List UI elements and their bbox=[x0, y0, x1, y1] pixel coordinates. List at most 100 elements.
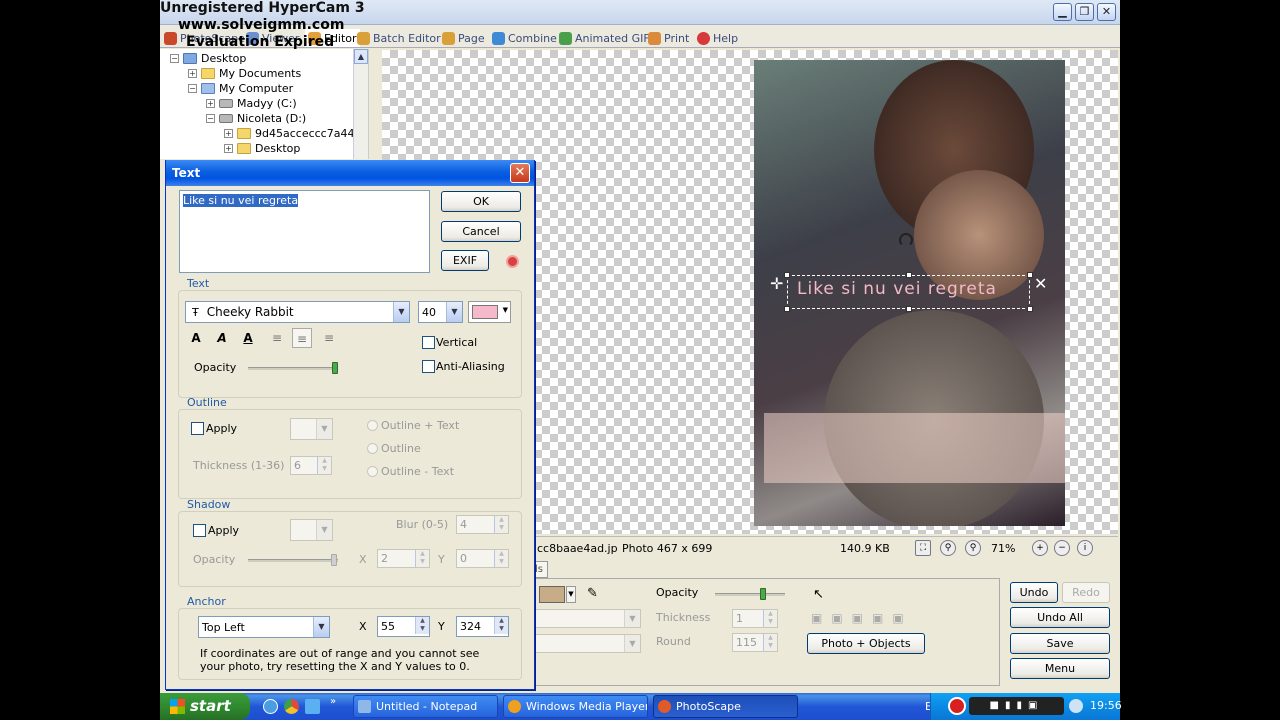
style-combo[interactable]: ▼ bbox=[535, 634, 641, 653]
zoom-in-icon[interactable]: + bbox=[1032, 540, 1048, 556]
shadow-opacity-slider[interactable] bbox=[248, 554, 338, 566]
quicklaunch-ie-icon[interactable] bbox=[263, 699, 278, 714]
align-left-icon[interactable]: ≡ bbox=[267, 328, 287, 348]
quicklaunch-messenger-icon[interactable] bbox=[305, 699, 320, 714]
undo-button[interactable]: Undo bbox=[1010, 582, 1058, 603]
delete-object-icon[interactable]: ✕ bbox=[1034, 274, 1047, 293]
chevron-down-icon[interactable]: ▼ bbox=[624, 610, 640, 627]
text-input[interactable]: Like si nu vei regreta bbox=[179, 190, 430, 273]
resize-handle[interactable] bbox=[784, 306, 790, 312]
quicklaunch-more-icon[interactable]: » bbox=[330, 696, 336, 707]
spinner-arrows-icon[interactable]: ▲ ▼ bbox=[494, 617, 508, 634]
info-icon[interactable]: i bbox=[1077, 540, 1093, 556]
opacity-slider[interactable] bbox=[715, 588, 785, 600]
ok-button[interactable]: OK bbox=[441, 191, 521, 212]
tree-item-desktop-folder[interactable]: + Desktop bbox=[224, 141, 300, 156]
pointer-icon[interactable]: ↖ bbox=[813, 587, 824, 602]
thickness-spinner[interactable]: 1 ▲ ▼ bbox=[732, 609, 778, 628]
resize-handle[interactable] bbox=[1027, 272, 1033, 278]
scroll-up-icon[interactable]: ▲ bbox=[354, 49, 368, 64]
taskbar-item-notepad[interactable]: Untitled - Notepad bbox=[353, 695, 498, 718]
tree-item-my-documents[interactable]: + My Documents bbox=[188, 66, 301, 81]
zoom-icon[interactable]: ⚲ bbox=[940, 540, 956, 556]
collapse-icon[interactable]: − bbox=[188, 84, 197, 93]
underline-button[interactable]: A bbox=[238, 328, 258, 348]
menu-button[interactable]: Menu bbox=[1010, 658, 1110, 679]
anchor-y-spinner[interactable]: 324 ▲ ▼ bbox=[456, 616, 509, 637]
resize-handle[interactable] bbox=[906, 272, 912, 278]
tab-tools[interactable]: ls bbox=[534, 561, 548, 578]
chevron-down-icon[interactable]: ▼ bbox=[393, 302, 409, 322]
object-color-swatch[interactable] bbox=[539, 586, 565, 603]
tab-animated-gif[interactable]: Animated GIF bbox=[559, 29, 650, 47]
tab-combine[interactable]: Combine bbox=[492, 29, 557, 47]
chevron-down-icon[interactable]: ▼ bbox=[446, 302, 462, 322]
spinner-arrows-icon[interactable]: ▲ ▼ bbox=[415, 550, 429, 567]
tree-item-my-computer[interactable]: − My Computer bbox=[188, 81, 293, 96]
resize-handle[interactable] bbox=[906, 306, 912, 312]
tab-page[interactable]: Page bbox=[442, 29, 485, 47]
align-right-icon[interactable]: ≡ bbox=[319, 328, 339, 348]
anchor-select[interactable]: Top Left ▼ bbox=[198, 616, 330, 638]
spinner-arrows-icon[interactable]: ▲ ▼ bbox=[763, 610, 777, 627]
resize-handle[interactable] bbox=[1027, 306, 1033, 312]
quicklaunch-chrome-icon[interactable] bbox=[284, 699, 299, 714]
italic-button[interactable]: A bbox=[212, 328, 232, 348]
tree-scrollbar[interactable]: ▲ bbox=[353, 49, 368, 159]
expand-icon[interactable]: + bbox=[224, 144, 233, 153]
spinner-arrows-icon[interactable]: ▲ ▼ bbox=[415, 617, 429, 634]
blur-spinner[interactable]: 4 ▲ ▼ bbox=[456, 515, 509, 534]
close-window-button[interactable]: ✕ bbox=[1097, 3, 1116, 21]
restore-button[interactable]: ❐ bbox=[1075, 3, 1094, 21]
photo-image[interactable]: Like si nu vei regreta ✕ ✛ bbox=[754, 60, 1065, 526]
outline-minus-text-radio[interactable] bbox=[367, 466, 378, 477]
taskbar-item-photoscape[interactable]: PhotoScape bbox=[653, 695, 798, 718]
outline-only-radio[interactable] bbox=[367, 443, 378, 454]
font-select[interactable]: Ŧ Cheeky Rabbit ▼ bbox=[185, 301, 410, 323]
minimize-button[interactable]: ▁ bbox=[1053, 3, 1072, 21]
outline-text-radio[interactable] bbox=[367, 420, 378, 431]
start-button[interactable]: start bbox=[160, 693, 250, 720]
text-color-picker[interactable]: ▼ bbox=[468, 301, 511, 323]
expand-icon[interactable]: + bbox=[224, 129, 233, 138]
spinner-arrows-icon[interactable]: ▲ ▼ bbox=[494, 550, 508, 567]
eyedropper-icon[interactable]: ✎ bbox=[587, 586, 598, 601]
record-icon[interactable] bbox=[948, 697, 966, 715]
resize-handle[interactable] bbox=[784, 272, 790, 278]
photo-objects-button[interactable]: Photo + Objects bbox=[807, 633, 925, 654]
tree-item-drive-d[interactable]: − Nicoleta (D:) bbox=[206, 111, 306, 126]
redo-button[interactable]: Redo bbox=[1062, 582, 1110, 603]
outline-thickness-spinner[interactable]: 6 ▲ ▼ bbox=[290, 456, 332, 475]
opacity-slider-thumb[interactable] bbox=[332, 362, 338, 374]
spinner-arrows-icon[interactable]: ▲ ▼ bbox=[763, 634, 777, 651]
shadow-color-select[interactable]: ▼ bbox=[290, 519, 333, 541]
opacity-slider-thumb[interactable] bbox=[331, 554, 337, 566]
bold-button[interactable]: A bbox=[186, 328, 206, 348]
chevron-down-icon[interactable]: ▼ bbox=[313, 617, 329, 637]
vertical-checkbox[interactable] bbox=[422, 336, 435, 349]
exif-button[interactable]: EXIF bbox=[441, 250, 489, 271]
chevron-down-icon[interactable]: ▼ bbox=[624, 635, 640, 652]
expand-icon[interactable]: + bbox=[206, 99, 215, 108]
taskbar-item-media-player[interactable]: Windows Media Player bbox=[503, 695, 648, 718]
tab-help[interactable]: Help bbox=[697, 29, 738, 47]
anchor-x-spinner[interactable]: 55 ▲ ▼ bbox=[377, 616, 430, 637]
overlay-text[interactable]: Like si nu vei regreta bbox=[797, 279, 997, 299]
spinner-arrows-icon[interactable]: ▲ ▼ bbox=[494, 516, 508, 533]
collapse-icon[interactable]: − bbox=[170, 54, 179, 63]
chevron-down-icon[interactable]: ▼ bbox=[566, 586, 576, 603]
spinner-arrows-icon[interactable]: ▲ ▼ bbox=[317, 457, 331, 474]
tab-batch-editor[interactable]: Batch Editor bbox=[357, 29, 441, 47]
cancel-button[interactable]: Cancel bbox=[441, 221, 521, 242]
zoom-actual-icon[interactable]: ⚲ bbox=[965, 540, 981, 556]
tree-item-desktop[interactable]: − Desktop bbox=[170, 51, 246, 66]
align-center-icon[interactable]: ≡ bbox=[292, 328, 312, 348]
chevron-down-icon[interactable]: ▼ bbox=[316, 520, 332, 540]
tab-print[interactable]: Print bbox=[648, 29, 689, 47]
dialog-close-icon[interactable]: ✕ bbox=[510, 163, 530, 183]
font-size-select[interactable]: 40 ▼ bbox=[418, 301, 463, 323]
anti-aliasing-checkbox[interactable] bbox=[422, 360, 435, 373]
chevron-down-icon[interactable]: ▼ bbox=[503, 306, 508, 314]
tree-item-folder-9d45[interactable]: +9d45acceccc7a44b bbox=[224, 126, 361, 141]
volume-icon[interactable] bbox=[1069, 699, 1083, 713]
